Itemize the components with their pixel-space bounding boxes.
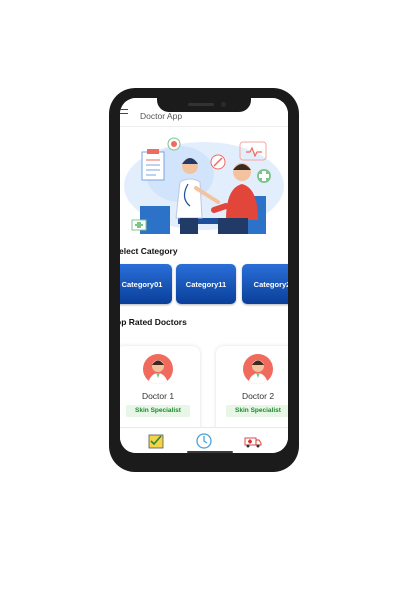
doctor-specialty-badge: Skin Specialist xyxy=(126,405,190,417)
doctor-name: Doctor 2 xyxy=(241,391,275,401)
bottom-navigation xyxy=(120,427,288,453)
phone-frame: Doctor App elect Category Category01 Cat… xyxy=(109,88,299,472)
doctor-icon xyxy=(248,360,268,384)
doctor-name: Doctor 1 xyxy=(141,391,175,401)
top-rated-heading: op Rated Doctors xyxy=(120,317,187,327)
doctor-icon xyxy=(148,360,168,384)
speaker-icon xyxy=(188,103,214,106)
app-title: Doctor App xyxy=(140,111,183,121)
category-card[interactable]: Category01 xyxy=(120,264,172,304)
camera-icon xyxy=(221,102,226,107)
home-indicator xyxy=(187,451,233,453)
doctor-specialty-badge: Skin Specialist xyxy=(226,405,288,417)
hero-illustration xyxy=(122,128,286,238)
category-card[interactable]: Category11 xyxy=(176,264,236,304)
clock-icon[interactable] xyxy=(195,432,213,450)
ambulance-icon[interactable] xyxy=(244,432,262,450)
app-screen: Doctor App elect Category Category01 Cat… xyxy=(120,98,288,453)
menu-icon[interactable] xyxy=(120,109,128,117)
phone-notch xyxy=(157,98,251,112)
select-category-heading: elect Category xyxy=(120,246,178,256)
doctor-avatar xyxy=(243,354,273,384)
checklist-icon[interactable] xyxy=(147,432,165,450)
doctor-avatar xyxy=(143,354,173,384)
category-card[interactable]: Category2 xyxy=(242,264,288,304)
